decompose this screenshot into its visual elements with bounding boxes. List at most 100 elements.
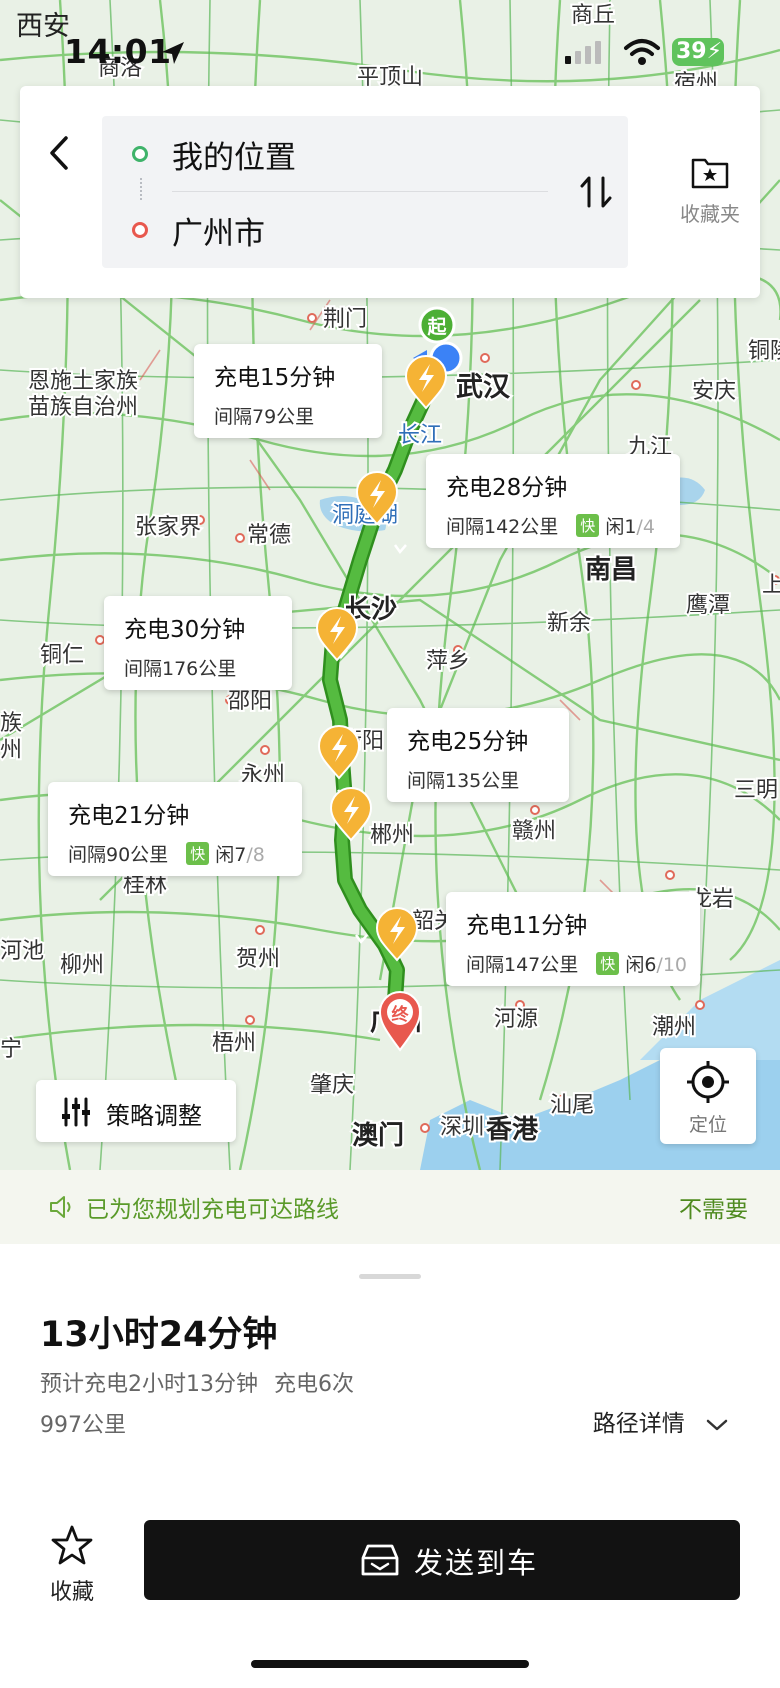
total-count: /10 xyxy=(656,954,687,976)
map-label: 常德 xyxy=(247,523,291,548)
favorite-label: 收藏 xyxy=(49,1580,94,1605)
charge-stop-bubble[interactable]: 充电28分钟 间隔142公里快 闲1/4 xyxy=(426,454,680,548)
swap-icon[interactable] xyxy=(576,172,616,212)
notice-text: 已为您规划充电可达路线 xyxy=(86,1197,339,1223)
map-label: 荆门 xyxy=(323,307,367,332)
route-notice-bar: 已为您规划充电可达路线 不需要 xyxy=(0,1170,780,1244)
map-label: 桂林 xyxy=(123,873,167,898)
free-count: 闲1 xyxy=(605,516,637,538)
trip-distance: 997公里 xyxy=(40,1413,126,1438)
charge-stop-bubble[interactable]: 充电15分钟 间隔79公里 xyxy=(194,344,382,438)
svg-text:起: 起 xyxy=(426,316,447,338)
charge-time: 充电28分钟 xyxy=(446,475,568,501)
charge-interval: 间隔79公里 xyxy=(214,406,315,428)
route-fields: 我的位置 广州市 xyxy=(102,116,628,268)
map-label: 苗族自治州 xyxy=(28,395,138,420)
charge-time: 充电25分钟 xyxy=(407,729,529,755)
car-icon xyxy=(361,1544,399,1576)
home-indicator xyxy=(251,1660,529,1668)
map-label: 张家界 xyxy=(135,515,201,540)
charge-count: 充电6次 xyxy=(274,1372,354,1397)
map-label: 河源 xyxy=(494,1007,538,1032)
free-count: 闲7 xyxy=(215,844,247,866)
favorites-folder-label: 收藏夹 xyxy=(680,202,740,226)
charge-stop-bubble[interactable]: 充电11分钟 间隔147公里快 闲6/10 xyxy=(446,892,700,986)
locate-button[interactable]: 定位 xyxy=(660,1048,756,1144)
route-search-card: 我的位置 广州市 收藏夹 xyxy=(20,86,760,298)
map-label: 族 xyxy=(0,711,22,736)
map-label: 郴州 xyxy=(370,823,414,848)
charge-time: 充电11分钟 xyxy=(466,913,588,939)
strategy-adjust-label: 策略调整 xyxy=(106,1102,202,1130)
charge-interval: 间隔176公里 xyxy=(124,658,237,680)
sheet-grabber[interactable] xyxy=(359,1274,421,1279)
cellular-signal-icon xyxy=(565,41,601,64)
map-label: 新余 xyxy=(547,611,591,636)
map-label: 柳州 xyxy=(60,953,104,978)
route-summary-sheet: 13小时24分钟 预计充电2小时13分钟 充电6次 997公里 路径详情 收藏 发… xyxy=(0,1244,780,1688)
charge-interval: 间隔142公里 xyxy=(446,516,559,538)
dismiss-button[interactable]: 不需要 xyxy=(679,1190,748,1224)
locate-crosshair-icon xyxy=(687,1061,729,1103)
favorites-folder-button[interactable]: 收藏夹 xyxy=(660,154,760,227)
status-bar: 西安 14:01 39⚡ xyxy=(0,0,780,80)
trip-duration: 13小时24分钟 xyxy=(40,1315,278,1355)
charge-time: 充电30分钟 xyxy=(124,617,246,643)
total-count: /4 xyxy=(636,516,655,538)
destination-text: 广州市 xyxy=(172,216,265,252)
map-label: 三明 xyxy=(734,778,778,803)
svg-text:终: 终 xyxy=(392,1004,410,1025)
chevron-down-icon xyxy=(706,1419,728,1430)
destination-field[interactable]: 广州市 xyxy=(102,192,628,266)
send-to-car-button[interactable]: 发送到车 xyxy=(144,1520,740,1600)
map-label: 邵阳 xyxy=(228,689,272,714)
speaker-icon xyxy=(50,1196,71,1218)
map-label: 河池 xyxy=(0,939,44,964)
fast-charge-badge: 快 xyxy=(576,514,600,537)
sliders-icon xyxy=(62,1097,90,1127)
origin-field[interactable]: 我的位置 xyxy=(102,116,628,190)
favorite-button[interactable]: 收藏 xyxy=(42,1524,102,1606)
map-label: 铜仁 xyxy=(40,643,84,668)
map-label: 恩施土家族 xyxy=(28,369,138,394)
map-label: 澳门 xyxy=(352,1121,404,1151)
map-label: 武汉 xyxy=(456,372,511,403)
map-label: 梧州 xyxy=(212,1031,256,1056)
map-label: 肇庆 xyxy=(310,1073,354,1098)
charge-interval: 间隔90公里 xyxy=(68,844,169,866)
map-label: 宁 xyxy=(0,1037,22,1062)
route-detail-button[interactable]: 路径详情 xyxy=(593,1404,728,1438)
map-label: 赣州 xyxy=(512,819,556,844)
origin-text: 我的位置 xyxy=(172,140,296,176)
wifi-icon xyxy=(624,39,660,65)
charging-bolt-icon: ⚡ xyxy=(706,39,723,64)
map-label: 深圳 xyxy=(440,1115,484,1140)
free-count: 闲6 xyxy=(625,954,657,976)
charge-summary: 预计充电2小时13分钟 充电6次 xyxy=(40,1366,354,1398)
origin-dot-icon xyxy=(132,146,148,162)
star-icon xyxy=(51,1525,93,1565)
charge-time-total: 预计充电2小时13分钟 xyxy=(40,1372,258,1397)
charge-time: 充电21分钟 xyxy=(68,803,190,829)
map-label: 长江 xyxy=(398,423,442,448)
map-label: 潮州 xyxy=(652,1015,696,1040)
fast-charge-badge: 快 xyxy=(596,952,620,975)
map-label: 鹰潭 xyxy=(686,593,730,618)
charge-stop-bubble[interactable]: 充电21分钟 间隔90公里快 闲7/8 xyxy=(48,782,302,876)
map-label: 南昌 xyxy=(585,555,637,585)
fast-charge-badge: 快 xyxy=(186,842,210,865)
status-city: 西安 xyxy=(16,11,70,42)
route-detail-label: 路径详情 xyxy=(592,1411,685,1437)
map-label: 上饶 xyxy=(762,573,780,598)
charge-stop-bubble[interactable]: 充电25分钟 间隔135公里 xyxy=(387,708,569,802)
map-label: 州 xyxy=(0,738,22,763)
strategy-adjust-button[interactable]: 策略调整 xyxy=(36,1080,236,1142)
charge-interval: 间隔147公里 xyxy=(466,954,579,976)
back-arrow-icon[interactable] xyxy=(40,128,80,178)
total-count: /8 xyxy=(246,844,265,866)
charge-stop-bubble[interactable]: 充电30分钟 间隔176公里 xyxy=(104,596,292,690)
status-time: 14:01 xyxy=(64,32,172,71)
locate-label: 定位 xyxy=(688,1114,727,1136)
favorites-folder-icon xyxy=(691,158,729,189)
map-label: 香港 xyxy=(486,1115,539,1145)
